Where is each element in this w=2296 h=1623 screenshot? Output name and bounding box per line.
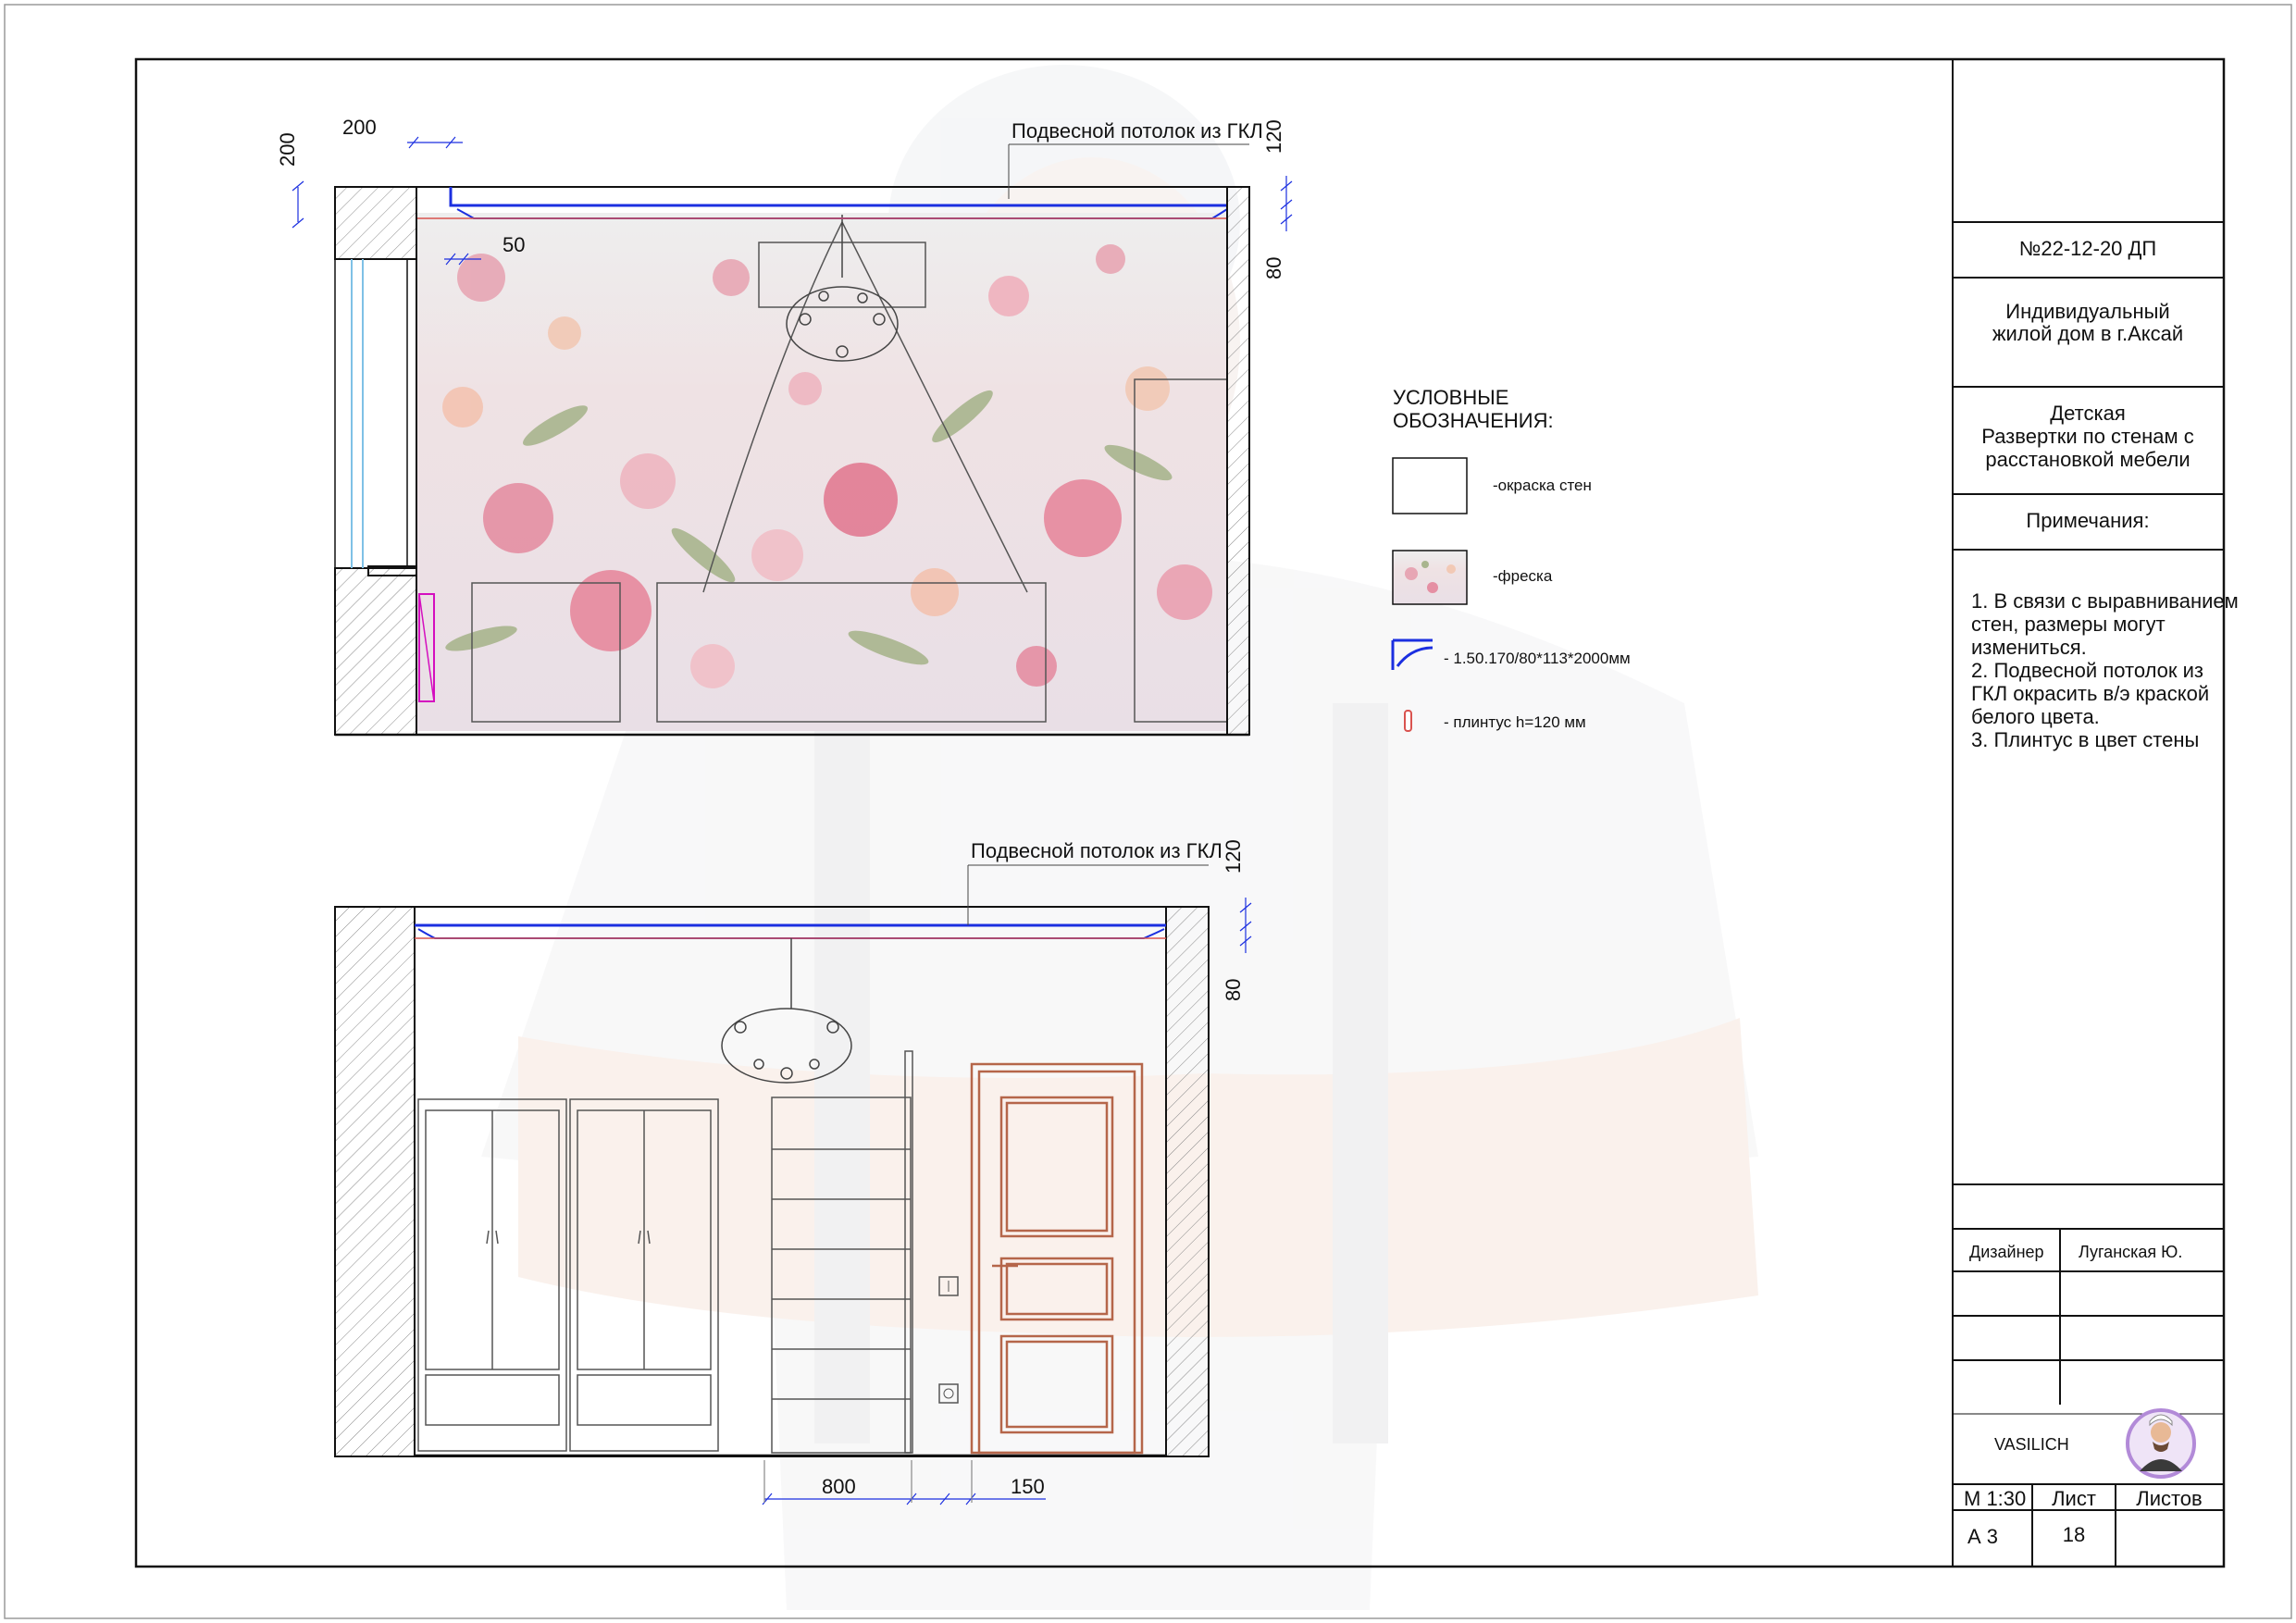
fresco-wall <box>416 213 1227 731</box>
legend-title-1: УСЛОВНЫЕ <box>1393 386 1508 409</box>
scale-label: М 1:30 <box>1964 1487 2026 1510</box>
note-line: белого цвета. <box>1971 705 2100 728</box>
sheet-title-line-3: расстановкой мебели <box>1985 448 2190 471</box>
left-wall-hatch-bottom <box>334 906 416 1457</box>
ceiling-label-bottom: Подвесной потолок из ГКЛ <box>971 839 1222 862</box>
note-line: ГКЛ окрасить в/э краской <box>1971 682 2209 705</box>
sheets-label: Листов <box>2136 1487 2202 1510</box>
dim-120-bottom: 120 <box>1222 839 1245 873</box>
ceiling-label-top: Подвесной потолок из ГКЛ <box>1011 119 1263 142</box>
project-number: №22-12-20 ДП <box>2019 237 2157 260</box>
sheet-title-line-2: Развертки по стенам с <box>1981 425 2194 448</box>
legend-label-fresco: -фреска <box>1493 567 1553 585</box>
dim-80-bottom: 80 <box>1222 979 1245 1001</box>
drawing-sheet: 200 200 50 120 80 Подвесной потолок из Г… <box>4 4 2292 1619</box>
dim-80-top: 80 <box>1262 257 1285 279</box>
left-wall-hatch-lower <box>334 567 417 736</box>
left-wall-hatch-upper <box>334 186 417 260</box>
legend-title-2: ОБОЗНАЧЕНИЯ: <box>1393 409 1554 432</box>
dim-800: 800 <box>822 1475 856 1498</box>
dim-150: 150 <box>1011 1475 1045 1498</box>
note-line: 3. Плинтус в цвет стены <box>1971 728 2199 751</box>
legend-swatch-paint <box>1392 457 1468 514</box>
designer-role: Дизайнер <box>1969 1243 2044 1261</box>
format-value: А 3 <box>1967 1525 1998 1548</box>
object-line-1: Индивидуальный <box>2005 300 2169 323</box>
legend-label-paint: -окраска стен <box>1493 477 1592 494</box>
notes-header: Примечания: <box>2026 509 2149 532</box>
window <box>334 259 421 576</box>
dim-120-top: 120 <box>1262 119 1285 154</box>
sheet-title-line-1: Детская <box>2050 402 2126 425</box>
legend-plinth-icon <box>1404 710 1412 732</box>
legend-label-plinth: - плинтус h=120 мм <box>1444 713 1586 731</box>
dim-50: 50 <box>503 233 525 256</box>
brand-logo-avatar <box>2126 1408 2196 1479</box>
dim-200-horizontal: 200 <box>342 116 377 139</box>
note-line: измениться. <box>1971 636 2087 659</box>
designer-name: Луганская Ю. <box>2079 1243 2182 1261</box>
legend-label-cornice: - 1.50.170/80*113*2000мм <box>1444 650 1631 667</box>
dim-200-vertical: 200 <box>276 132 299 167</box>
object-line-2: жилой дом в г.Аксай <box>1992 322 2183 345</box>
right-wall-hatch-bottom <box>1165 906 1210 1457</box>
brand-name: VASILICH <box>1994 1435 2069 1454</box>
note-line: 2. Подвесной потолок из <box>1971 659 2203 682</box>
legend-swatch-fresco <box>1392 550 1468 605</box>
right-wall-hatch-top <box>1226 186 1250 736</box>
sheet-number: 18 <box>2063 1523 2085 1546</box>
sheet-label: Лист <box>2052 1487 2096 1510</box>
title-block: №22-12-20 ДП Индивидуальный жилой дом в … <box>1952 59 2239 1567</box>
note-line: 1. В связи с выравниванием <box>1971 589 2239 613</box>
note-line: стен, размеры могут <box>1971 613 2166 636</box>
